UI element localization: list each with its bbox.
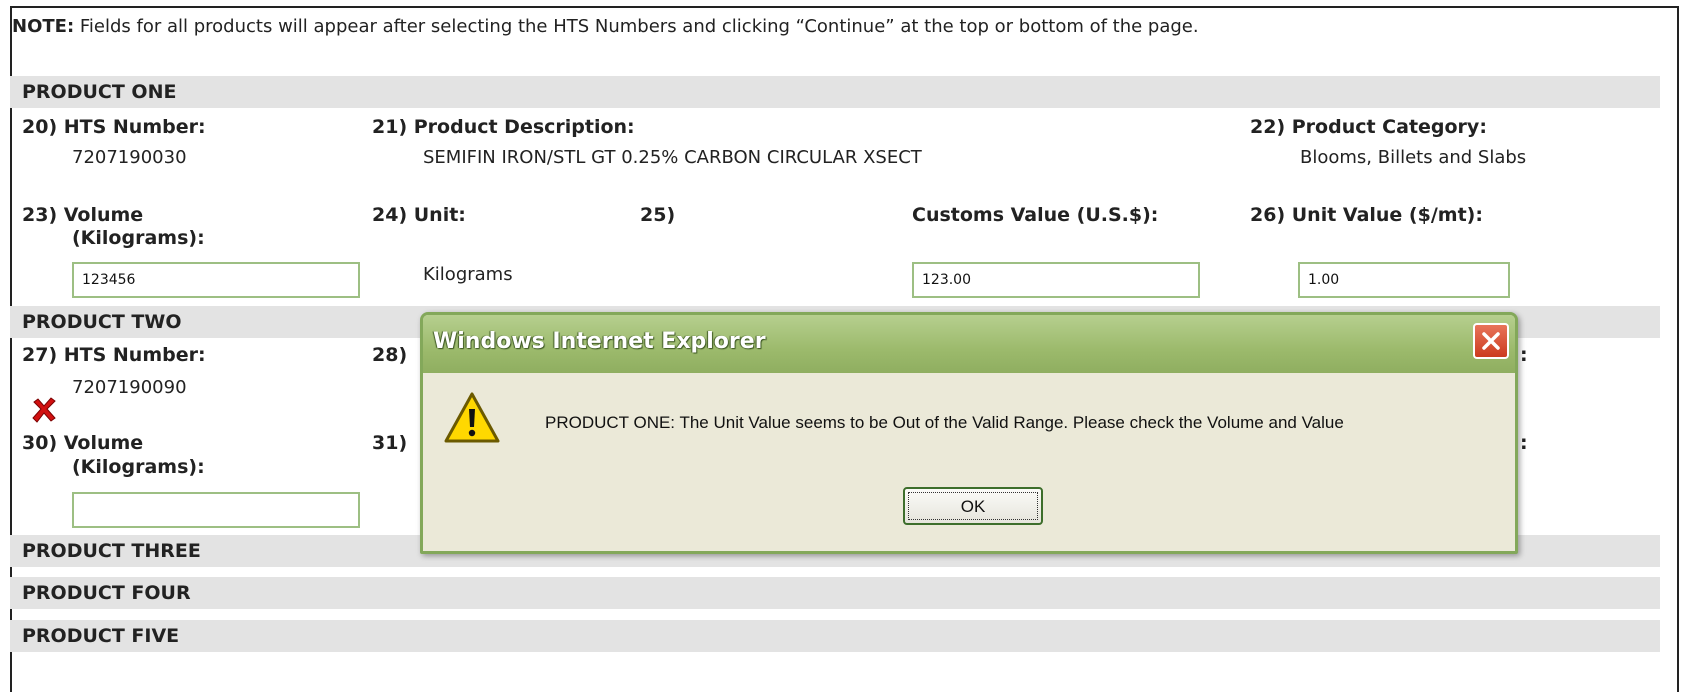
volume-unit-label-30: (Kilograms): — [72, 456, 205, 478]
ok-button[interactable]: OK — [903, 487, 1043, 525]
hts-number-label-27: 27) HTS Number: — [22, 344, 206, 366]
dialog-message: PRODUCT ONE: The Unit Value seems to be … — [545, 413, 1344, 432]
unit-value-label-26: 26) Unit Value ($/mt): — [1250, 204, 1483, 226]
close-x-glyph — [1482, 332, 1500, 350]
volume-label-23: 23) Volume — [22, 204, 144, 226]
warning-icon — [444, 392, 500, 443]
hts-number-value-27: 7207190090 — [72, 377, 187, 398]
unit-value-input-26[interactable]: 1.00 — [1298, 262, 1510, 298]
dialog-title: Windows Internet Explorer — [433, 329, 766, 354]
product-description-label-21: 21) Product Description: — [372, 116, 635, 138]
field-number-25: 25) — [640, 204, 676, 226]
unit-value-24: Kilograms — [423, 264, 513, 285]
note-prefix: NOTE: — [12, 16, 75, 37]
volume-input-23[interactable]: 123456 — [72, 262, 360, 298]
dialog-title-bar[interactable]: Windows Internet Explorer — [423, 315, 1515, 373]
field-number-28: 28) — [372, 344, 408, 366]
note-text: NOTE: Fields for all products will appea… — [12, 16, 1312, 37]
field-colon-b: : — [1520, 432, 1528, 454]
alert-dialog: Windows Internet Explorer PRODUCT ONE: T… — [420, 312, 1518, 554]
field-number-31: 31) — [372, 432, 408, 454]
volume-unit-label-23: (Kilograms): — [72, 227, 205, 249]
volume-label-30: 30) Volume — [22, 432, 144, 454]
close-icon[interactable] — [1473, 323, 1509, 359]
volume-input-30[interactable] — [72, 492, 360, 528]
ok-button-label: OK — [908, 492, 1038, 520]
hts-number-label-20: 20) HTS Number: — [22, 116, 206, 138]
product-category-label-22: 22) Product Category: — [1250, 116, 1487, 138]
customs-value-input[interactable]: 123.00 — [912, 262, 1200, 298]
product-description-value-21: SEMIFIN IRON/STL GT 0.25% CARBON CIRCULA… — [423, 147, 922, 168]
product-five-header: PRODUCT FIVE — [10, 620, 1660, 652]
product-one-header: PRODUCT ONE — [10, 76, 1660, 108]
field-colon-a: : — [1520, 344, 1528, 366]
product-four-header: PRODUCT FOUR — [10, 577, 1660, 609]
product-category-value-22: Blooms, Billets and Slabs — [1300, 147, 1527, 168]
hts-number-value-20: 7207190030 — [72, 147, 187, 168]
unit-label-24: 24) Unit: — [372, 204, 466, 226]
x-mark-icon — [32, 397, 56, 423]
customs-value-label: Customs Value (U.S.$): — [912, 204, 1159, 226]
note-body: Fields for all products will appear afte… — [74, 16, 1199, 37]
